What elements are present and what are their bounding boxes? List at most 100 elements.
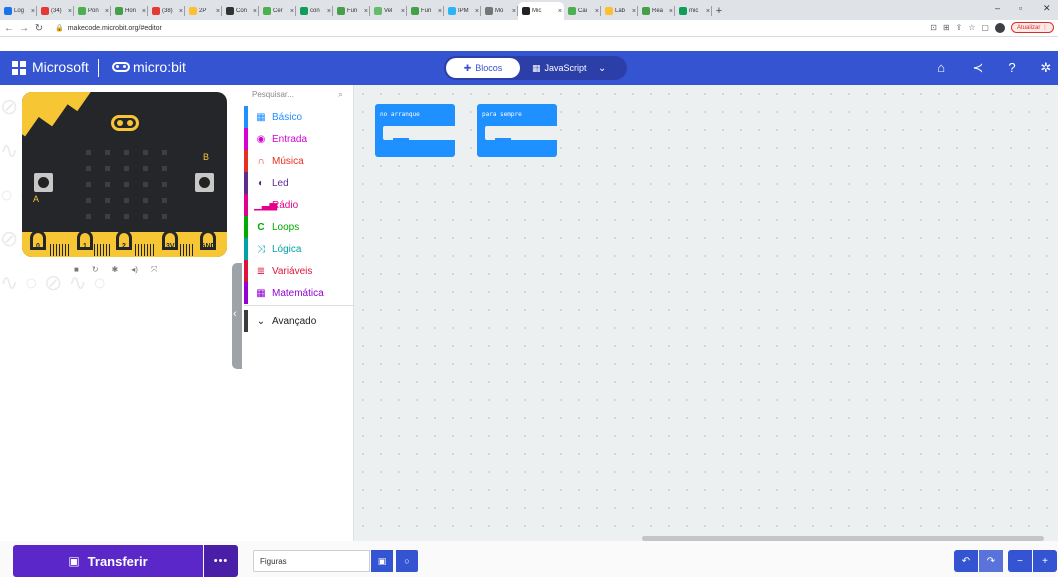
button-a[interactable] [34, 173, 53, 192]
collapse-simulator-button[interactable] [232, 263, 242, 369]
category-loops[interactable]: C Loops [244, 216, 354, 238]
on-start-block[interactable]: no arranque [375, 104, 455, 157]
browser-tab[interactable]: Mic × [518, 2, 564, 20]
tab-close-icon[interactable]: × [558, 8, 562, 15]
browser-tab[interactable]: Lab × [601, 2, 638, 20]
tab-close-icon[interactable]: × [216, 8, 220, 15]
tab-close-icon[interactable]: × [290, 8, 294, 15]
sidepanel-icon[interactable]: ▢ [981, 23, 989, 32]
browser-tab[interactable]: Vel × [370, 2, 407, 20]
tab-close-icon[interactable]: × [401, 8, 405, 15]
browser-tab[interactable]: (38) × [148, 2, 185, 20]
forward-icon[interactable]: → [18, 23, 30, 34]
profile-avatar[interactable] [994, 22, 1005, 33]
led-matrix[interactable] [86, 150, 167, 219]
browser-tab[interactable]: (34) × [37, 2, 74, 20]
more-options-button[interactable]: ••• [204, 545, 238, 577]
share-icon[interactable]: ⇪ [956, 23, 963, 32]
help-icon[interactable]: ? [1004, 60, 1020, 75]
category-input[interactable]: ◉ Entrada [244, 128, 354, 150]
download-button[interactable]: ▣ Transferir [13, 545, 203, 577]
blocks-tab-button[interactable]: ✚ Blocos [446, 58, 520, 78]
tab-close-icon[interactable]: × [105, 8, 109, 15]
mute-icon[interactable]: ◂) [131, 265, 138, 275]
github-button[interactable]: ○ [396, 550, 418, 572]
redo-button[interactable]: ↷ [979, 550, 1003, 572]
browser-tab[interactable]: Fun × [407, 2, 444, 20]
browser-tab[interactable]: Cer × [259, 2, 296, 20]
language-dropdown-button[interactable]: ⌄ [598, 58, 606, 78]
save-button[interactable]: ▣ [371, 550, 393, 572]
tab-close-icon[interactable]: × [364, 8, 368, 15]
tab-close-icon[interactable]: × [68, 8, 72, 15]
tab-close-icon[interactable]: × [179, 8, 183, 15]
debug-icon[interactable]: ✱ [112, 265, 119, 275]
tab-title: Log [14, 8, 25, 14]
browser-tab[interactable]: Con × [222, 2, 259, 20]
category-math[interactable]: ▦ Matemática [244, 282, 354, 304]
reload-icon[interactable]: ↻ [33, 23, 45, 34]
stop-icon[interactable]: ■ [74, 265, 79, 275]
search-icon[interactable]: ⌕ [338, 89, 343, 100]
microbit-logo-icon[interactable] [111, 115, 139, 131]
share-icon[interactable]: ≺ [970, 60, 986, 76]
zoom-in-button[interactable]: + [1033, 550, 1057, 572]
category-basic[interactable]: ▦ Básico [244, 106, 354, 128]
category-logic[interactable]: ⤨ Lógica [244, 238, 354, 260]
category-advanced[interactable]: ⌄ Avançado [244, 310, 354, 332]
microbit-logo[interactable]: micro:bit [112, 59, 186, 75]
tab-close-icon[interactable]: × [31, 8, 35, 15]
tab-close-icon[interactable]: × [706, 8, 710, 15]
project-name-input[interactable]: Figuras [253, 550, 370, 572]
search-input[interactable]: Pesquisar... [252, 90, 294, 99]
gear-icon[interactable]: ✲ [1038, 60, 1054, 76]
javascript-tab-button[interactable]: ▦ JavaScript [532, 58, 587, 78]
browser-tab[interactable]: 2P × [185, 2, 222, 20]
browser-tab[interactable]: Hon × [111, 2, 148, 20]
button-b[interactable] [195, 173, 214, 192]
url-field[interactable]: 🔒 makecode.microbit.org/#editor [55, 24, 162, 33]
restore-icon[interactable]: ▫ [1019, 3, 1022, 13]
category-variables[interactable]: ≣ Variáveis [244, 260, 354, 282]
tab-close-icon[interactable]: × [632, 8, 636, 15]
browser-tab[interactable]: mic × [675, 2, 712, 20]
update-button[interactable]: Atualizar ⋮ [1010, 22, 1054, 33]
browser-tab[interactable]: con × [296, 2, 333, 20]
blocks-workspace[interactable]: no arranque para sempre [354, 85, 1058, 541]
close-window-icon[interactable]: ✕ [1043, 3, 1051, 14]
tab-close-icon[interactable]: × [253, 8, 257, 15]
bookmark-star-icon[interactable]: ☆ [968, 23, 975, 32]
translate-icon[interactable]: ⊞ [943, 23, 950, 32]
tab-close-icon[interactable]: × [595, 8, 599, 15]
tab-close-icon[interactable]: × [438, 8, 442, 15]
browser-tab[interactable]: Log × [0, 2, 37, 20]
tab-close-icon[interactable]: × [669, 8, 673, 15]
minimize-icon[interactable]: – [995, 3, 1000, 13]
microsoft-label[interactable]: Microsoft [32, 59, 89, 75]
browser-tab[interactable]: Rea × [638, 2, 675, 20]
forever-block[interactable]: para sempre [477, 104, 557, 157]
category-led[interactable]: ◐ Led [244, 172, 354, 194]
tab-close-icon[interactable]: × [142, 8, 146, 15]
category-radio[interactable]: ▁▃▅ Rádio [244, 194, 354, 216]
new-tab-button[interactable]: + [712, 2, 726, 20]
browser-tab[interactable]: Pon × [74, 2, 111, 20]
tab-close-icon[interactable]: × [327, 8, 331, 15]
javascript-icon: ▦ [532, 62, 541, 73]
home-icon[interactable]: ⌂ [933, 60, 949, 75]
back-icon[interactable]: ← [3, 23, 15, 34]
zoom-out-button[interactable]: − [1008, 550, 1032, 572]
restart-icon[interactable]: ↻ [92, 265, 99, 275]
browser-tab[interactable]: Mo × [481, 2, 518, 20]
category-music[interactable]: ∩ Música [244, 150, 354, 172]
tab-close-icon[interactable]: × [512, 8, 516, 15]
fullscreen-icon[interactable]: ⤧ [151, 265, 157, 275]
browser-tab[interactable]: Cai × [564, 2, 601, 20]
tab-close-icon[interactable]: × [475, 8, 479, 15]
browser-tab[interactable]: Fun × [333, 2, 370, 20]
screenshot-icon[interactable]: ⊡ [930, 23, 937, 32]
tab-title: Mo [495, 8, 504, 14]
tab-title: (38) [162, 8, 173, 14]
browser-tab[interactable]: IPM × [444, 2, 481, 20]
undo-button[interactable]: ↶ [954, 550, 978, 572]
